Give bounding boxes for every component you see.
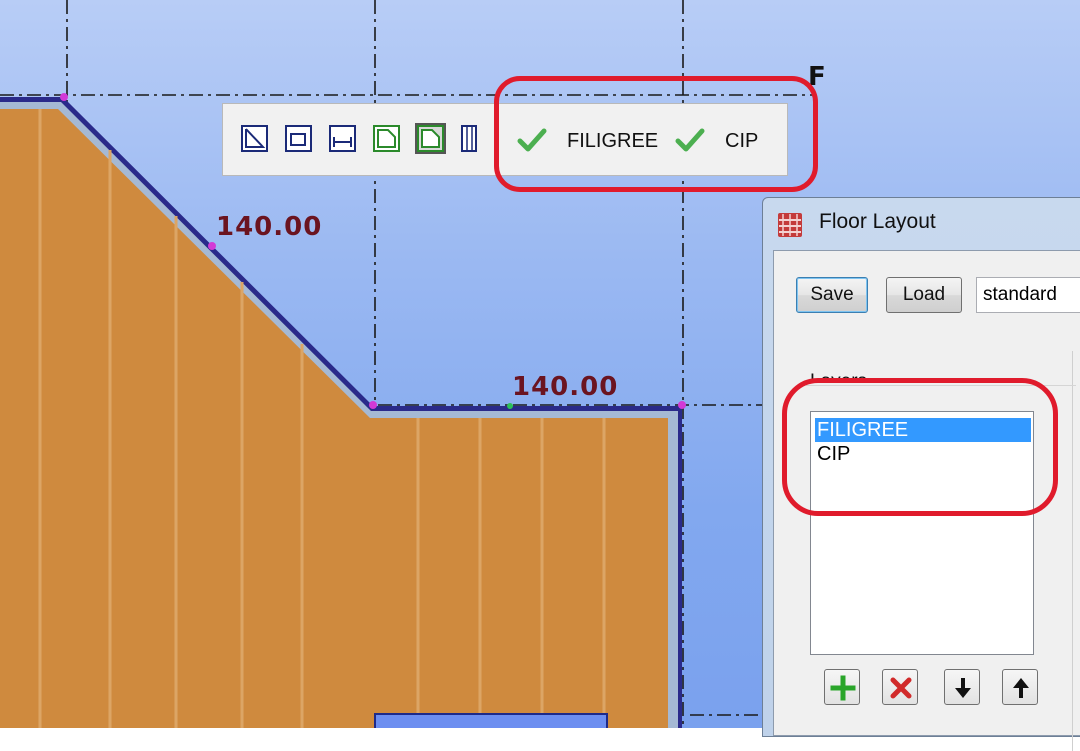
outline-icon[interactable] [373,125,400,152]
lower-region[interactable] [374,713,608,728]
window-titlebar[interactable]: Floor Layout [763,198,1080,250]
highlight-toolbar-layers [494,76,818,192]
region-draw-icon[interactable] [241,125,268,152]
arrow-down-icon [955,678,971,698]
delete-layer-button[interactable] [882,669,918,705]
dimension-label-horizontal[interactable]: 140.00 [512,372,618,402]
drawing-canvas[interactable]: 140.00 140.00 F FILIGREE CIP Floor Layou… [0,0,1080,751]
edge-dimension-icon[interactable] [329,125,356,152]
outline-selected-icon[interactable] [415,123,446,154]
plus-icon [830,675,856,701]
region-rectangle-icon[interactable] [285,125,312,152]
add-layer-button[interactable] [824,669,860,705]
window-title: Floor Layout [819,210,936,233]
delete-icon [890,677,912,699]
move-layer-up-button[interactable] [1002,669,1038,705]
dimension-label-diagonal[interactable]: 140.00 [216,212,322,242]
app-icon [778,213,802,237]
highlight-layers-list [782,378,1058,516]
save-button[interactable]: Save [796,277,868,313]
panel-divider [1072,351,1073,751]
columns-icon[interactable] [461,125,477,152]
load-button[interactable]: Load [886,277,962,313]
arrow-up-icon [1013,678,1029,698]
move-layer-down-button[interactable] [944,669,980,705]
config-name-input[interactable] [976,277,1080,313]
